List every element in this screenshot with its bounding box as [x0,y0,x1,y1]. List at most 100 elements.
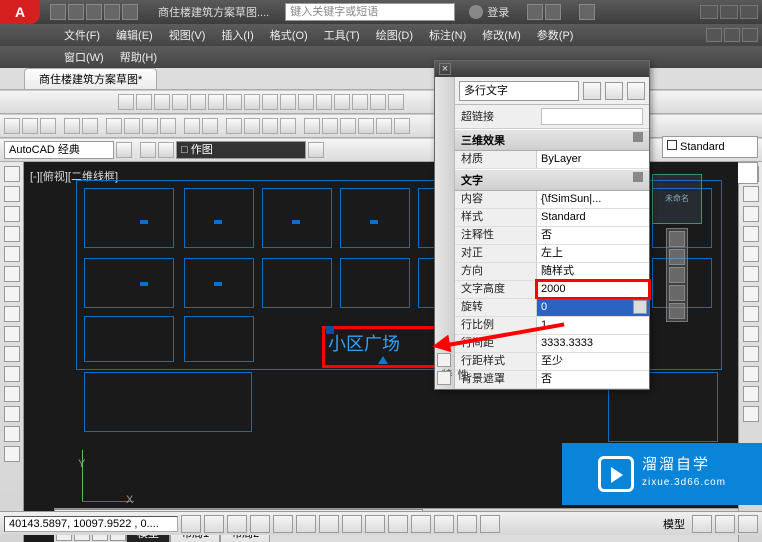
nav-pan-icon[interactable] [669,249,685,265]
r-trim-icon[interactable] [743,346,759,362]
fillet-icon[interactable] [370,94,386,110]
polygon-icon[interactable] [4,266,20,282]
viewcube[interactable]: 未命名 [652,174,702,224]
doc-close-button[interactable] [742,28,758,42]
category-3d-effects[interactable]: 三维效果 [455,129,649,151]
scale-icon[interactable] [244,94,260,110]
trim-icon[interactable] [280,94,296,110]
mirror-icon[interactable] [154,94,170,110]
pan-icon[interactable] [226,118,242,134]
bgmask-value[interactable]: 否 [537,371,649,388]
extend-icon[interactable] [298,94,314,110]
menu-view[interactable]: 视图(V) [161,25,214,45]
quickselect-icon[interactable] [583,82,601,100]
chamfer-icon[interactable] [352,94,368,110]
menu-draw[interactable]: 绘图(D) [368,25,421,45]
workspace-settings-icon[interactable] [116,142,132,158]
row-material[interactable]: 材质 ByLayer [455,151,649,169]
layer-state-icon[interactable] [158,142,174,158]
rectangle-icon[interactable] [4,246,20,262]
doc-minimize-button[interactable] [706,28,722,42]
mtext-object[interactable]: 小区广场 [328,330,440,362]
text-height-value[interactable]: 2000 [537,281,649,298]
r-fillet-icon[interactable] [743,386,759,402]
polar-toggle[interactable] [250,515,270,533]
dyn-toggle[interactable] [365,515,385,533]
otrack-toggle[interactable] [319,515,339,533]
palette-header[interactable]: × [435,61,649,77]
lwt-toggle[interactable] [388,515,408,533]
layer-match-icon[interactable] [308,142,324,158]
minimize-button[interactable] [700,5,718,19]
line-icon[interactable] [4,166,20,182]
zoom-prev-icon[interactable] [280,118,296,134]
hyperlink-value[interactable] [541,108,643,125]
region-icon[interactable] [4,406,20,422]
row-text-height[interactable]: 文字高度 2000 [455,281,649,299]
row-line-spacing-style[interactable]: 行距样式 至少 [455,353,649,371]
open-icon[interactable] [22,118,38,134]
r-rotate-icon[interactable] [743,286,759,302]
am-toggle[interactable] [480,515,500,533]
r-copy-icon[interactable] [743,186,759,202]
maximize-button[interactable] [720,5,738,19]
qat-redo-icon[interactable] [122,4,138,20]
status-model-label[interactable]: 模型 [659,516,689,532]
r-scale-icon[interactable] [743,306,759,322]
ortho-toggle[interactable] [227,515,247,533]
snap-toggle[interactable] [181,515,201,533]
menu-window[interactable]: 窗口(W) [56,47,112,67]
rotation-value[interactable]: 0 [537,299,649,316]
nav-orbit-icon[interactable] [669,285,685,301]
current-layer-combo[interactable]: □ 作图 [176,141,306,159]
status-extra2-icon[interactable] [715,515,735,533]
properties-icon[interactable] [304,118,320,134]
sheetset-icon[interactable] [358,118,374,134]
menu-file[interactable]: 文件(F) [56,25,108,45]
zoom-window-icon[interactable] [262,118,278,134]
style-value[interactable]: Standard [537,209,649,226]
menu-format[interactable]: 格式(O) [262,25,316,45]
nav-showmotion-icon[interactable] [669,303,685,319]
palette-menu-icon[interactable] [437,371,451,385]
collapse-icon[interactable] [633,132,643,142]
tpy-toggle[interactable] [411,515,431,533]
r-move-icon[interactable] [743,266,759,282]
move-icon[interactable] [208,94,224,110]
row-justify[interactable]: 对正 左上 [455,245,649,263]
copy-clip-icon[interactable] [124,118,140,134]
copy-icon[interactable] [136,94,152,110]
qp-toggle[interactable] [434,515,454,533]
r-explode-icon[interactable] [743,406,759,422]
quickcalc-icon[interactable] [633,300,647,314]
cloud-icon[interactable] [545,4,561,20]
calc-icon[interactable] [394,118,410,134]
point-icon[interactable] [4,386,20,402]
cut-icon[interactable] [106,118,122,134]
block-icon[interactable] [4,366,20,382]
hyperlink-row[interactable]: 超链接 [455,105,649,129]
selectobjects-icon[interactable] [605,82,623,100]
menu-modify[interactable]: 修改(M) [474,25,529,45]
ducs-toggle[interactable] [342,515,362,533]
login-control[interactable]: 登录 [469,4,509,20]
circle-icon[interactable] [4,206,20,222]
erase-icon[interactable] [118,94,134,110]
ellipse-icon[interactable] [4,286,20,302]
3dosnap-toggle[interactable] [296,515,316,533]
object-type-combo[interactable]: 多行文字 [459,81,579,101]
nav-wheel-icon[interactable] [669,231,685,247]
matchprop-icon[interactable] [160,118,176,134]
preview-icon[interactable] [82,118,98,134]
pickadd-icon[interactable] [627,82,645,100]
menu-insert[interactable]: 插入(I) [213,25,261,45]
help-search-input[interactable]: 键入关键字或短语 [285,3,455,21]
status-extra3-icon[interactable] [738,515,758,533]
linespace-value[interactable]: 3333.3333 [537,335,649,352]
r-mirror-icon[interactable] [743,206,759,222]
qat-save-icon[interactable] [86,4,102,20]
collapse-icon[interactable] [633,172,643,182]
rotate-icon[interactable] [226,94,242,110]
nav-zoom-icon[interactable] [669,267,685,283]
row-direction[interactable]: 方向 随样式 [455,263,649,281]
